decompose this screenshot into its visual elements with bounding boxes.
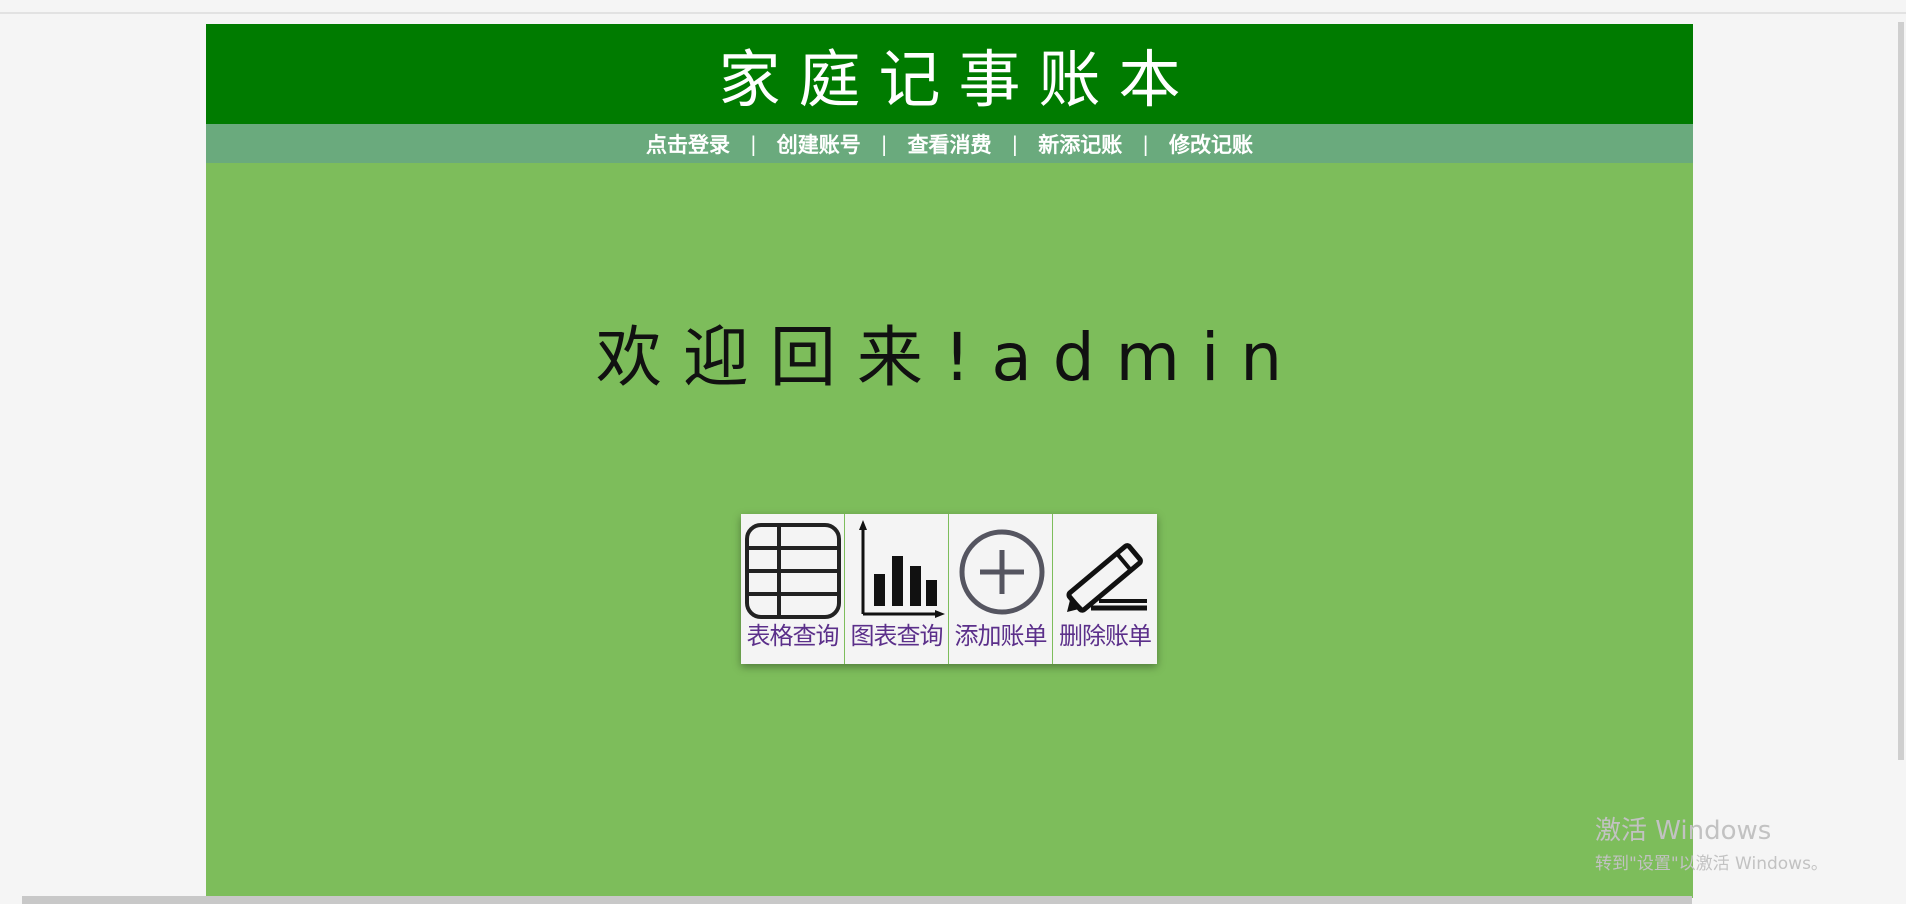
horizontal-scrollbar[interactable] (22, 896, 1692, 904)
tile-label: 表格查询 (746, 622, 840, 650)
watermark-subtitle: 转到"设置"以激活 Windows。 (1595, 854, 1828, 874)
page-container: 家庭记事账本 点击登录 | 创建账号 | 查看消费 | 新添记账 | 修改记账 … (206, 24, 1693, 898)
table-query-tile[interactable]: 表格查询 (741, 514, 845, 664)
tile-label: 图表查询 (850, 622, 944, 650)
tile-label: 添加账单 (954, 622, 1048, 650)
nav-item-create-account[interactable]: 创建账号 (773, 129, 865, 159)
delete-bill-tile[interactable]: 删除账单 (1053, 514, 1157, 664)
site-title: 家庭记事账本 (718, 43, 1199, 116)
nav-separator: | (880, 131, 888, 156)
nav-item-add-record[interactable]: 新添记账 (1034, 129, 1126, 159)
pencil-icon (1053, 514, 1157, 622)
add-bill-tile[interactable]: 添加账单 (949, 514, 1053, 664)
chart-query-tile[interactable]: 图表查询 (845, 514, 949, 664)
nav-separator: | (750, 131, 757, 156)
tile-label: 删除账单 (1059, 622, 1152, 650)
site-header: 家庭记事账本 (206, 24, 1693, 124)
nav-item-view-spending[interactable]: 查看消费 (904, 129, 996, 159)
windows-activation-watermark: 激活 Windows 转到"设置"以激活 Windows。 (1595, 810, 1828, 874)
welcome-message: 欢迎回来!admin (595, 319, 1304, 396)
nav-item-login[interactable]: 点击登录 (642, 129, 734, 159)
bar-chart-icon (845, 514, 949, 622)
action-tiles: 表格查询 图表查询 添加账单 删除账单 (741, 514, 1157, 664)
add-circle-icon (949, 514, 1053, 622)
table-icon (741, 514, 845, 622)
nav-item-edit-record[interactable]: 修改记账 (1165, 129, 1257, 159)
window-top-border (0, 12, 1906, 14)
vertical-scrollbar[interactable] (1898, 22, 1904, 760)
nav-bar: 点击登录 | 创建账号 | 查看消费 | 新添记账 | 修改记账 (206, 124, 1693, 163)
nav-separator: | (1142, 131, 1149, 156)
watermark-title: 激活 Windows (1595, 816, 1772, 846)
nav-separator: | (1011, 131, 1019, 156)
